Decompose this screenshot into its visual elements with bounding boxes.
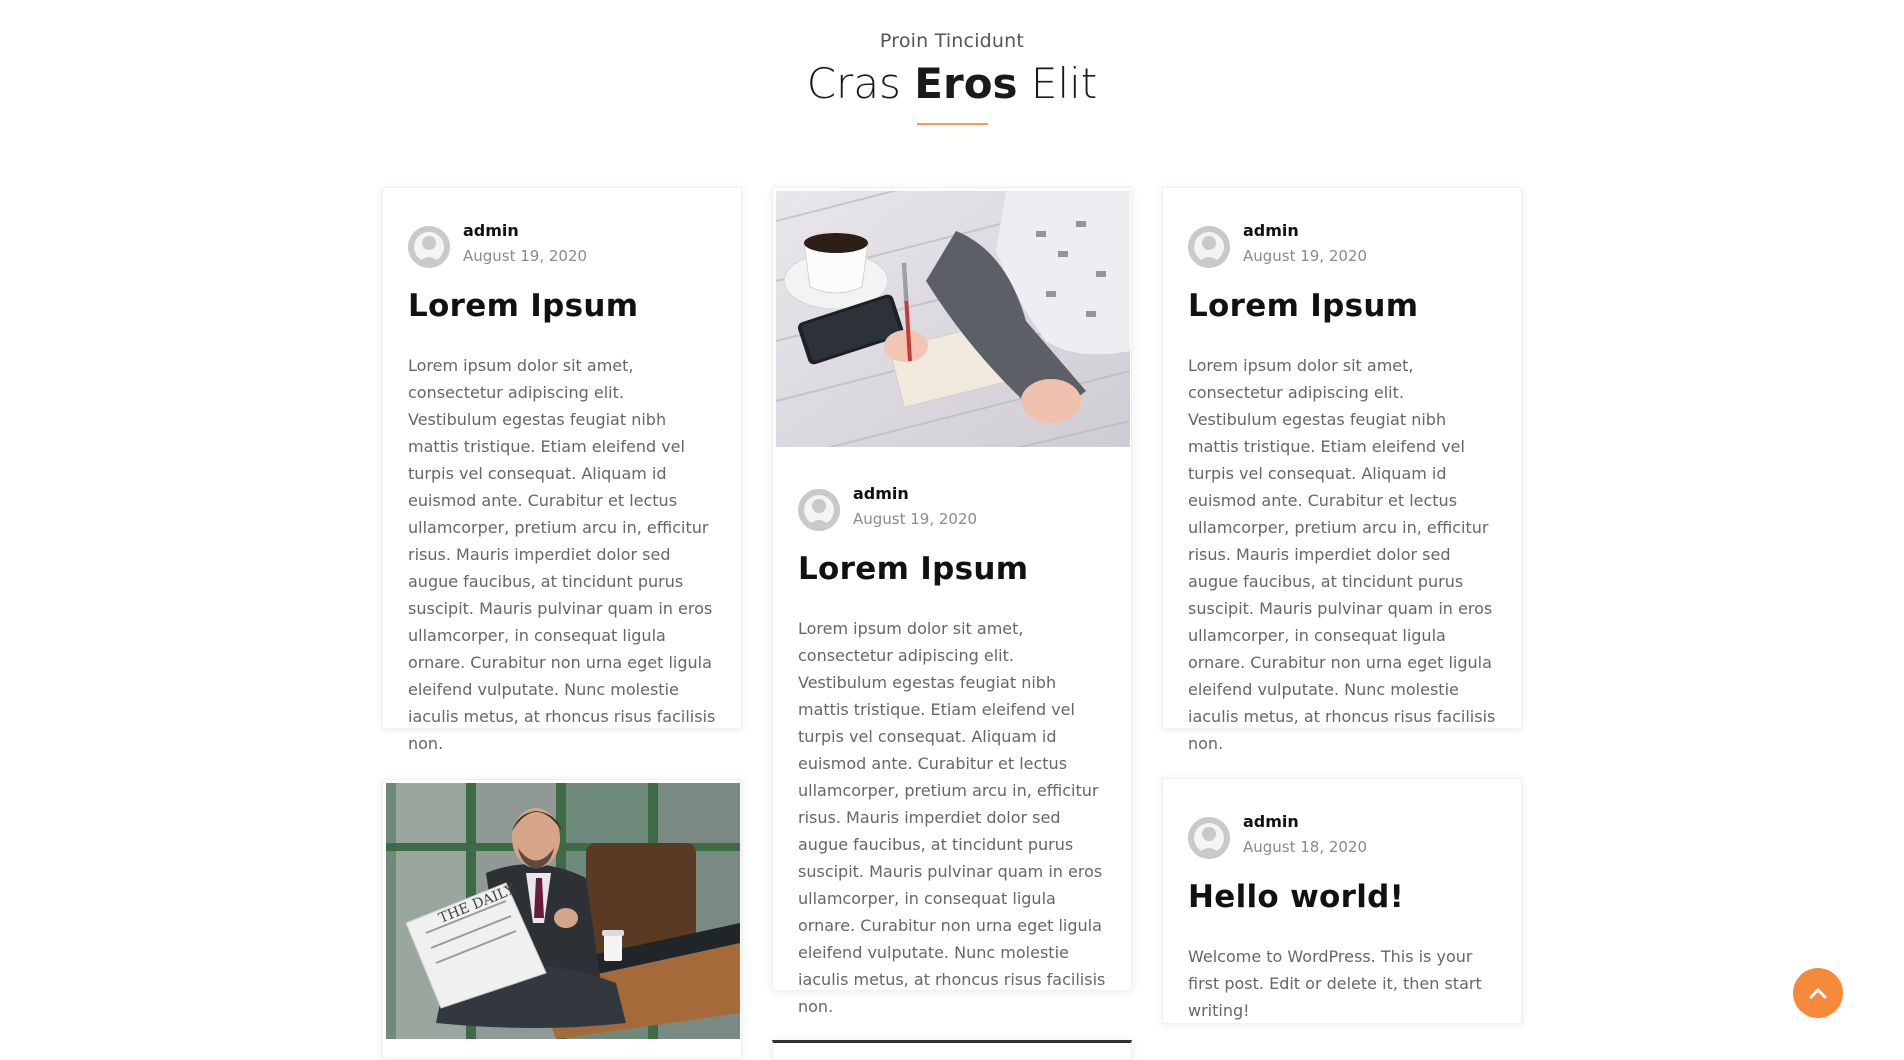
avatar-placeholder-icon: [1188, 226, 1230, 268]
post-title[interactable]: Lorem Ipsum: [798, 549, 1106, 589]
author-name[interactable]: admin: [1243, 812, 1299, 831]
author-name[interactable]: admin: [1243, 221, 1299, 240]
post-excerpt: Lorem ipsum dolor sit amet, consectetur …: [1188, 356, 1496, 753]
title-bold: Eros: [914, 59, 1018, 108]
post-date[interactable]: August 19, 2020: [1243, 247, 1367, 265]
author-meta: admin August 19, 2020: [798, 484, 1106, 542]
writing-notebook-photo-icon: [776, 191, 1130, 447]
author-meta: admin August 19, 2020: [1188, 221, 1496, 279]
section-title: Cras Eros Elit: [0, 58, 1904, 110]
post-card[interactable]: admin August 19, 2020 Lorem Ipsum Lorem …: [382, 187, 742, 753]
post-card[interactable]: admin August 19, 2020 Lorem Ipsum Lorem …: [772, 187, 1132, 1016]
avatar[interactable]: [408, 226, 450, 268]
post-card[interactable]: [772, 1040, 1132, 1060]
post-title[interactable]: Lorem Ipsum: [1188, 286, 1496, 326]
post-thumbnail[interactable]: THE DAILY: [386, 783, 740, 1039]
avatar-placeholder-icon: [408, 226, 450, 268]
post-date[interactable]: August 19, 2020: [463, 247, 587, 265]
post-date[interactable]: August 18, 2020: [1243, 838, 1367, 856]
section-kicker: Proin Tincidunt: [879, 30, 1025, 52]
post-excerpt: Welcome to WordPress. This is your first…: [1188, 947, 1482, 1020]
chevron-up-icon: [1809, 988, 1827, 999]
post-date[interactable]: August 19, 2020: [853, 510, 977, 528]
post-thumbnail[interactable]: [776, 191, 1130, 447]
avatar-placeholder-icon: [798, 489, 840, 531]
author-name[interactable]: admin: [853, 484, 909, 503]
author-meta: admin August 18, 2020: [1188, 812, 1496, 870]
post-excerpt: Lorem ipsum dolor sit amet, consectetur …: [798, 619, 1106, 1016]
avatar-placeholder-icon: [1188, 817, 1230, 859]
title-accent-line: [917, 123, 988, 125]
avatar[interactable]: [1188, 226, 1230, 268]
avatar[interactable]: [798, 489, 840, 531]
author-name[interactable]: admin: [463, 221, 519, 240]
author-meta: admin August 19, 2020: [408, 221, 716, 279]
back-to-top-button[interactable]: [1793, 968, 1843, 1018]
post-card[interactable]: admin August 19, 2020 Lorem Ipsum Lorem …: [1162, 187, 1522, 753]
post-card[interactable]: THE DAILY: [382, 779, 742, 1059]
title-part-1: Cras: [806, 59, 915, 108]
post-title[interactable]: Lorem Ipsum: [408, 286, 716, 326]
post-excerpt: Lorem ipsum dolor sit amet, consectetur …: [408, 356, 716, 753]
post-title[interactable]: Hello world!: [1188, 877, 1496, 917]
title-part-2: Elit: [1017, 59, 1098, 108]
post-card[interactable]: admin August 18, 2020 Hello world! Welco…: [1162, 778, 1522, 1024]
avatar[interactable]: [1188, 817, 1230, 859]
man-reading-newspaper-photo-icon: THE DAILY: [386, 783, 740, 1039]
